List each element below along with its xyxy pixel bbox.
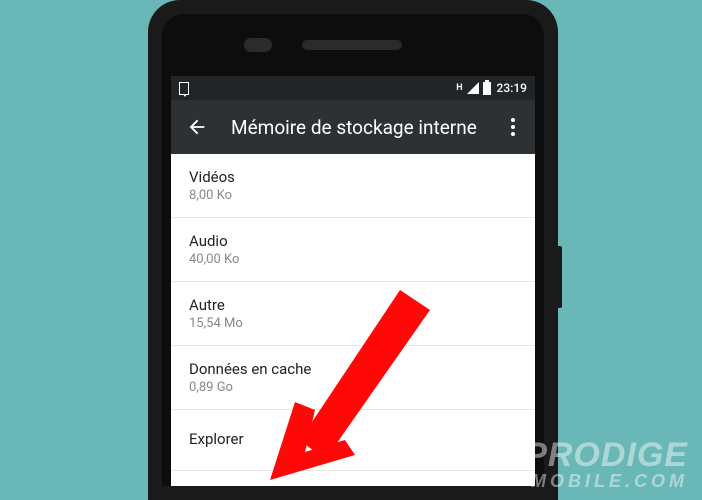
- list-item-videos[interactable]: Vidéos 8,00 Ko: [171, 154, 535, 218]
- overflow-dot-icon: [511, 125, 515, 129]
- phone-screen: H 23:19 Mémoire de stockage interne: [171, 76, 535, 486]
- list-item-size: 15,54 Mo: [189, 316, 517, 331]
- list-item-explorer[interactable]: Explorer: [171, 410, 535, 471]
- phone-inner: H 23:19 Mémoire de stockage interne: [162, 14, 544, 486]
- phone-side-button: [558, 246, 562, 308]
- list-item-size: 40,00 Ko: [189, 252, 517, 267]
- clock: 23:19: [497, 81, 527, 95]
- phone-speaker-area: [162, 14, 544, 76]
- list-item-size: 0,89 Go: [189, 380, 517, 395]
- overflow-dot-icon: [511, 132, 515, 136]
- list-item-title: Explorer: [189, 430, 517, 448]
- battery-icon: [483, 82, 491, 95]
- signal-icon: [467, 82, 479, 94]
- status-right: H 23:19: [456, 81, 527, 95]
- list-item-title: Autre: [189, 296, 517, 314]
- status-bar: H 23:19: [171, 76, 535, 100]
- list-item-size: 8,00 Ko: [189, 188, 517, 203]
- list-item-title: Données en cache: [189, 360, 517, 378]
- network-type-icon: H: [456, 84, 462, 93]
- list-item-title: Vidéos: [189, 168, 517, 186]
- phone-camera: [244, 38, 272, 52]
- list-item-audio[interactable]: Audio 40,00 Ko: [171, 218, 535, 282]
- list-item-title: Audio: [189, 232, 517, 250]
- storage-list: Vidéos 8,00 Ko Audio 40,00 Ko Autre 15,5…: [171, 154, 535, 471]
- phone-frame: H 23:19 Mémoire de stockage interne: [148, 0, 558, 500]
- overflow-menu-button[interactable]: [501, 115, 525, 139]
- download-icon: [179, 82, 189, 95]
- list-item-cached-data[interactable]: Données en cache 0,89 Go: [171, 346, 535, 410]
- phone-speaker: [302, 40, 402, 50]
- arrow-back-icon: [186, 116, 208, 138]
- overflow-dot-icon: [511, 118, 515, 122]
- page-title: Mémoire de stockage interne: [231, 116, 501, 139]
- app-bar: Mémoire de stockage interne: [171, 100, 535, 154]
- back-button[interactable]: [185, 115, 209, 139]
- list-item-other[interactable]: Autre 15,54 Mo: [171, 282, 535, 346]
- status-left: [179, 82, 189, 95]
